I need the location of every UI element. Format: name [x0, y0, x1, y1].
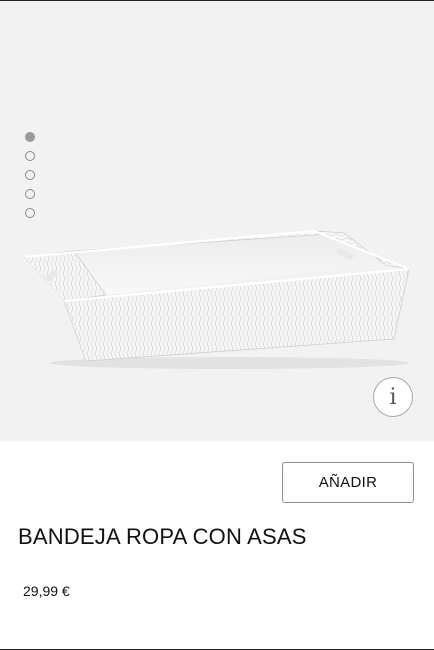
gallery-dot-3[interactable]: [25, 170, 35, 180]
gallery-dot-4[interactable]: [25, 189, 35, 199]
info-button[interactable]: i: [373, 377, 413, 417]
info-icon: i: [389, 385, 397, 410]
product-title: BANDEJA ROPA CON ASAS: [18, 524, 307, 549]
add-to-cart-button[interactable]: AÑADIR: [282, 462, 414, 503]
product-photo: [23, 229, 410, 369]
product-image-gallery[interactable]: i: [0, 1, 434, 441]
gallery-dot-1[interactable]: [25, 132, 35, 142]
add-to-cart-label: AÑADIR: [318, 474, 378, 491]
product-detail-screen: i AÑADIR BANDEJA ROPA CON ASAS 29,99 €: [0, 0, 434, 650]
gallery-dot-5[interactable]: [25, 208, 35, 218]
gallery-pagination-dots: [25, 132, 37, 227]
gallery-dot-2[interactable]: [25, 151, 35, 161]
product-price: 29,99 €: [23, 583, 70, 599]
